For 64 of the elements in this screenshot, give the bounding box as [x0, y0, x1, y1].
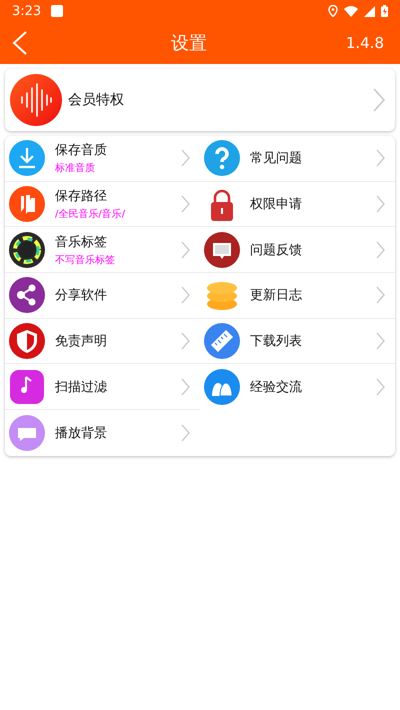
chevron-icon — [376, 149, 385, 168]
item-value: 不写音乐标签 — [55, 254, 116, 267]
chevron-icon — [376, 286, 385, 304]
chevron-icon — [181, 240, 190, 259]
item-title: 下载列表 — [250, 333, 303, 350]
chevron-icon — [181, 149, 190, 168]
settings-item[interactable]: 免责声明 — [5, 318, 200, 364]
vip-card[interactable]: 会员特权 — [5, 69, 395, 131]
lens-icon — [9, 232, 45, 268]
chevron-icon — [376, 240, 385, 259]
chat-icon — [9, 414, 45, 451]
item-title: 更新日志 — [250, 287, 303, 304]
item-title: 播放背景 — [55, 424, 108, 442]
download-icon — [9, 140, 45, 176]
chevron-icon — [373, 88, 385, 112]
version-label: 1.4.8 — [346, 34, 384, 52]
settings-item[interactable]: 音乐标签 不写音乐标签 — [5, 227, 200, 274]
notification-icon — [51, 5, 64, 17]
chevron-icon — [181, 286, 190, 304]
settings-item[interactable]: 下载列表 — [200, 318, 395, 364]
item-title: 问题反馈 — [250, 242, 303, 259]
item-title: 保存音质 — [55, 142, 108, 160]
help-icon — [204, 140, 240, 176]
chevron-icon — [376, 332, 385, 350]
status-time: 3:23 — [12, 4, 42, 18]
settings-item[interactable]: 扫描过滤 — [5, 364, 200, 410]
item-value: /全民音乐/音乐/ — [55, 208, 126, 222]
settings-item[interactable]: 问题反馈 — [200, 227, 395, 274]
settings-item[interactable]: 常见问题 — [200, 136, 395, 182]
item-value: 标准音质 — [55, 162, 96, 176]
shield-icon — [9, 323, 45, 360]
item-title: 音乐标签 — [55, 234, 108, 251]
settings-item[interactable]: 保存路径 /全民音乐/音乐/ — [5, 182, 200, 228]
item-title: 保存路径 — [55, 188, 108, 206]
settings-item[interactable]: 分享软件 — [5, 273, 200, 319]
chevron-icon — [376, 195, 385, 214]
signal-icon — [364, 6, 375, 16]
message-icon — [204, 232, 240, 268]
page-title: 设置 — [170, 32, 208, 55]
settings-item[interactable]: 更新日志 — [200, 273, 395, 319]
item-title: 扫描过滤 — [55, 378, 108, 396]
people-icon — [204, 369, 240, 406]
settings-item[interactable]: 权限申请 — [200, 182, 395, 228]
settings-item[interactable]: 播放背景 — [5, 410, 200, 456]
settings-item[interactable]: 经验交流 — [200, 364, 395, 410]
share-icon — [9, 277, 45, 314]
item-title: 常见问题 — [250, 150, 303, 168]
item-title: 免责声明 — [55, 333, 108, 350]
chevron-icon — [181, 424, 190, 442]
settings-item[interactable]: 保存音质 标准音质 — [5, 136, 200, 182]
ruler-icon — [204, 323, 240, 360]
chevron-icon — [181, 332, 190, 350]
vip-label: 会员特权 — [68, 91, 125, 109]
item-title: 分享软件 — [55, 287, 108, 304]
wifi-icon — [344, 6, 358, 16]
music-note-icon — [9, 368, 45, 405]
chevron-icon — [181, 378, 190, 396]
sound-wave-icon — [10, 74, 62, 126]
location-icon — [328, 5, 338, 17]
chevron-icon — [181, 195, 190, 214]
item-title: 权限申请 — [250, 196, 303, 214]
chevron-icon — [376, 378, 385, 396]
item-title: 经验交流 — [250, 379, 303, 396]
battery-icon — [381, 5, 388, 17]
